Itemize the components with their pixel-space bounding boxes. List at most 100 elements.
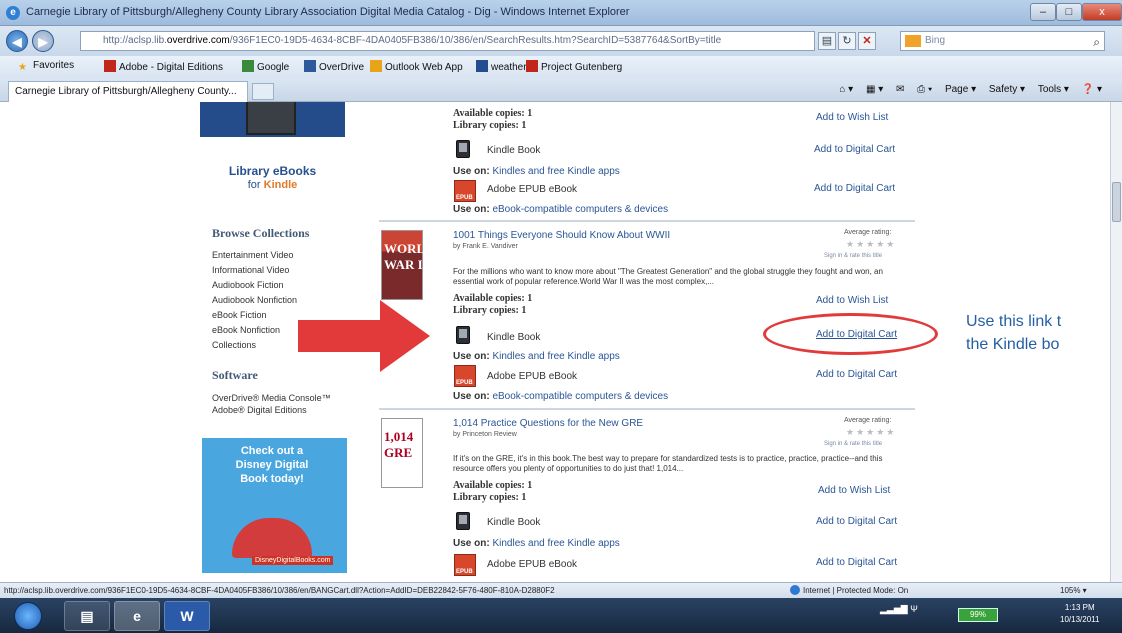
epub-use-on-link[interactable]: eBook-compatible computers & devices — [492, 391, 668, 402]
back-button[interactable]: ◀ — [6, 30, 28, 52]
fav-google[interactable]: Google — [242, 60, 289, 73]
epub-format-label: Adobe EPUB eBook — [487, 559, 578, 570]
result-title-link[interactable]: 1,014 Practice Questions for the New GRE — [453, 418, 643, 429]
security-zone: Internet | Protected Mode: On — [790, 583, 908, 598]
search-icon[interactable]: ⌕ — [1093, 33, 1100, 51]
ie-taskbar-icon[interactable]: e — [114, 601, 160, 631]
start-button[interactable] — [14, 602, 42, 630]
kindle-use-on-link[interactable]: Kindles and free Kindle apps — [492, 166, 619, 177]
page-menu[interactable]: Page ▾ — [945, 84, 976, 95]
favorites-button[interactable]: ★ Favorites — [18, 60, 74, 74]
star-icon: ★ — [18, 62, 27, 73]
software-link[interactable]: Adobe® Digital Editions — [212, 405, 307, 415]
add-to-digital-cart-link[interactable]: Add to Digital Cart — [816, 516, 897, 527]
use-on-label: Use on: — [453, 351, 490, 362]
safety-menu[interactable]: Safety ▾ — [989, 84, 1025, 95]
clock[interactable]: 1:13 PM 10/13/2011 — [1060, 602, 1099, 626]
stop-icon[interactable]: ✕ — [858, 32, 876, 50]
close-button[interactable]: x — [1082, 3, 1122, 21]
forward-button[interactable]: ▶ — [32, 30, 54, 52]
available-copies-label: Available copies: 1 — [453, 480, 532, 491]
add-to-wish-list-link[interactable]: Add to Wish List — [818, 485, 890, 496]
url-prefix: http://aclsp.lib. — [103, 35, 167, 46]
collection-link[interactable]: eBook Nonfiction — [212, 325, 280, 335]
add-to-wish-list-link[interactable]: Add to Wish List — [816, 112, 888, 123]
fav-overdrive[interactable]: OverDrive — [304, 60, 364, 73]
battery-indicator[interactable]: 99% — [958, 608, 998, 622]
network-icon[interactable]: Ψ — [910, 604, 918, 614]
tab-row: Carnegie Library of Pittsburgh/Allegheny… — [0, 78, 1122, 102]
maximize-button[interactable]: □ — [1056, 3, 1082, 21]
collection-link[interactable]: Audiobook Nonfiction — [212, 295, 297, 305]
feeds-icon[interactable]: ▦ ▾ — [866, 84, 883, 95]
rating-stars[interactable]: ★★★★★ — [846, 427, 896, 438]
address-tools: ▤ ↻ ✕ — [818, 32, 878, 50]
fav-outlook[interactable]: Outlook Web App — [370, 60, 463, 73]
tools-menu[interactable]: Tools ▾ — [1038, 84, 1069, 95]
url-field[interactable]: http://aclsp.lib.overdrive.com/936F1EC0-… — [80, 31, 815, 51]
kindle-use-on-link[interactable]: Kindles and free Kindle apps — [492, 538, 619, 549]
collection-link[interactable]: eBook Fiction — [212, 310, 267, 320]
browse-collections-heading: Browse Collections — [212, 226, 310, 240]
use-on-label: Use on: — [453, 391, 490, 402]
use-on-label: Use on: — [453, 166, 490, 177]
status-url: http://aclsp.lib.overdrive.com/936F1EC0-… — [4, 586, 555, 595]
collection-link[interactable]: Entertainment Video — [212, 250, 293, 260]
word-taskbar-icon[interactable]: W — [164, 601, 210, 631]
epub-use-on-link[interactable]: eBook-compatible computers & devices — [492, 204, 668, 215]
add-to-digital-cart-link[interactable]: Add to Digital Cart — [816, 369, 897, 380]
result-title-link[interactable]: 1001 Things Everyone Should Know About W… — [453, 230, 670, 241]
compatibility-icon[interactable]: ▤ — [818, 32, 836, 50]
fav-weather[interactable]: weather — [476, 60, 527, 73]
red-arrow-annotation — [298, 300, 430, 372]
kindle-use-on-link[interactable]: Kindles and free Kindle apps — [492, 351, 619, 362]
fav-gutenberg[interactable]: Project Gutenberg — [526, 60, 622, 73]
minimize-button[interactable]: – — [1030, 3, 1056, 21]
outlook-icon — [370, 60, 382, 72]
sign-in-rate-link[interactable]: Sign in & rate this title — [824, 253, 882, 259]
collection-link[interactable]: Informational Video — [212, 265, 289, 275]
kindle-format-label: Kindle Book — [487, 517, 541, 528]
average-rating-label: Average rating: — [844, 417, 892, 424]
wwii-book-cover[interactable]: WORLD WAR II — [381, 230, 435, 300]
result-author: by Princeton Review — [453, 431, 517, 438]
explorer-taskbar-icon[interactable]: ▤ — [64, 601, 110, 631]
disney-ad-banner[interactable]: Check out a Disney Digital Book today! D… — [202, 438, 347, 573]
epub-format-label: Adobe EPUB eBook — [487, 371, 578, 382]
add-to-digital-cart-link[interactable]: Add to Digital Cart — [814, 183, 895, 194]
vertical-scrollbar[interactable] — [1110, 102, 1122, 582]
ie-window: e Carnegie Library of Pittsburgh/Alleghe… — [0, 0, 1122, 633]
command-bar: ⌂ ▾ ▦ ▾ ✉ ⎙ ▾ Page ▾ Safety ▾ Tools ▾ ❓ … — [829, 84, 1102, 95]
gre-book-cover[interactable]: 1,014 GRE — [381, 418, 423, 488]
fav-overdrive-label: OverDrive — [319, 62, 365, 73]
refresh-icon[interactable]: ↻ — [838, 32, 856, 50]
red-circle-annotation — [763, 313, 938, 355]
scrollbar-thumb[interactable] — [1112, 182, 1121, 222]
library-copies-label: Library copies: 1 — [453, 305, 526, 316]
epub-use-on: Use on: eBook-compatible computers & dev… — [453, 391, 668, 402]
add-to-digital-cart-link[interactable]: Add to Digital Cart — [814, 144, 895, 155]
system-tray: ▂▃▅▇ Ψ — [880, 604, 918, 615]
kindle-use-on: Use on: Kindles and free Kindle apps — [453, 166, 620, 177]
library-copies-label: Library copies: 1 — [453, 492, 526, 503]
add-to-wish-list-link[interactable]: Add to Wish List — [816, 295, 888, 306]
rating-stars[interactable]: ★★★★★ — [846, 239, 896, 250]
collection-link[interactable]: Audiobook Fiction — [212, 280, 284, 290]
fav-adobe[interactable]: Adobe - Digital Editions — [104, 60, 223, 73]
new-tab-button[interactable] — [252, 83, 274, 100]
collection-link[interactable]: Collections — [212, 340, 256, 350]
search-box[interactable]: Bing ⌕ — [900, 31, 1105, 51]
mail-icon[interactable]: ✉ — [896, 84, 904, 95]
print-icon[interactable]: ⎙ ▾ — [917, 84, 932, 95]
add-to-digital-cart-link[interactable]: Add to Digital Cart — [816, 557, 897, 568]
software-link[interactable]: OverDrive® Media Console™ — [212, 393, 331, 403]
bing-icon — [905, 35, 921, 47]
help-icon[interactable]: ❓ ▾ — [1082, 84, 1102, 95]
status-bar: http://aclsp.lib.overdrive.com/936F1EC0-… — [0, 582, 1122, 598]
home-icon[interactable]: ⌂ ▾ — [839, 84, 853, 95]
tab-carnegie[interactable]: Carnegie Library of Pittsburgh/Allegheny… — [8, 81, 248, 102]
signal-icon[interactable]: ▂▃▅▇ — [880, 604, 908, 614]
kindle-ad-banner[interactable]: Library eBooks for Kindle — [200, 102, 345, 242]
zoom-level[interactable]: 105% ▾ — [1060, 583, 1087, 598]
sign-in-rate-link[interactable]: Sign in & rate this title — [824, 441, 882, 447]
